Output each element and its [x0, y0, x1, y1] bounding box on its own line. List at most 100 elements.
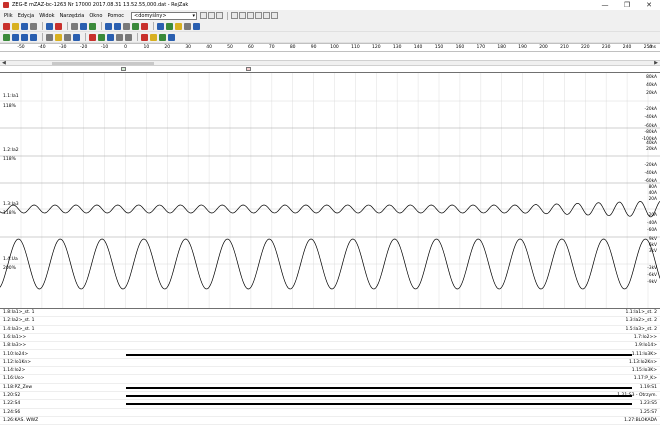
- zoom-fit-icon[interactable]: [123, 22, 130, 30]
- maximize-button[interactable]: ❐: [616, 0, 638, 10]
- digital-channel-row[interactable]: 1.8:Ia3>> 1.9:Io14>: [0, 342, 660, 351]
- close-button[interactable]: ✕: [638, 0, 660, 10]
- scale-label: 80A: [648, 185, 657, 190]
- digital-channel-label: 1.2:Ia2>_st. 1: [3, 318, 35, 324]
- digital-channel-row[interactable]: 1.22:S4 1.23:S5: [0, 400, 660, 409]
- paste-icon[interactable]: [107, 33, 114, 41]
- toolbar-separator: [227, 11, 229, 20]
- undo-icon[interactable]: [116, 33, 123, 41]
- analog-chart-area[interactable]: 1.1:Ia1 118% 1.2:Ia2 118% 1.3:Ia3 118% 1…: [0, 72, 660, 309]
- cursor-icon[interactable]: [71, 22, 78, 30]
- window-6-icon[interactable]: [271, 11, 279, 19]
- toolbar-separator: [85, 33, 86, 41]
- window-3-icon[interactable]: [247, 11, 255, 19]
- window-1-icon[interactable]: [231, 11, 239, 19]
- measure-icon[interactable]: [89, 22, 96, 30]
- table-icon[interactable]: [184, 22, 191, 30]
- layout-icon[interactable]: [200, 11, 208, 19]
- settings-icon[interactable]: [30, 22, 37, 30]
- cursor-2-marker[interactable]: [246, 67, 251, 71]
- digital-channel-row[interactable]: 1.26:KAS. WWZ 1.27:BLOKADA: [0, 417, 660, 426]
- digital-channel-row[interactable]: 1.6:Ia1>> 1.7:Io2>>: [0, 334, 660, 343]
- empty-strip: [0, 52, 660, 60]
- signal-icon[interactable]: [3, 33, 10, 41]
- wave-alt-icon[interactable]: [21, 33, 28, 41]
- ruler-tick-label: 240: [622, 45, 632, 50]
- cut-icon[interactable]: [89, 33, 96, 41]
- channel-label-ua[interactable]: 1.4:Ua: [3, 257, 18, 262]
- title-bar: ZEG-E mZAZ-bc-1263 Nr 17000 2017.08.31 1…: [0, 0, 660, 10]
- scroll-thumb[interactable]: [52, 62, 154, 65]
- digital-channel-row[interactable]: 1.18:PZ_Zew 1.19:S1: [0, 384, 660, 392]
- open-file-icon[interactable]: [12, 22, 19, 30]
- info-icon[interactable]: [168, 33, 175, 41]
- ruler-tick-label: 140: [413, 45, 423, 50]
- save-icon[interactable]: [208, 11, 216, 19]
- cursor-1-marker[interactable]: [121, 67, 126, 71]
- window-5-icon[interactable]: [263, 11, 271, 19]
- ruler-tick-label: 170: [476, 45, 486, 50]
- ruler-tick-label: 20: [164, 45, 171, 50]
- align-icon[interactable]: [64, 33, 71, 41]
- channel-label-ia2[interactable]: 1.2:Ia2: [3, 148, 19, 153]
- time-ruler: ms -50 -40 -30 -20 -10 0 10 20 30 40 50 60 70 80 90 100…: [0, 43, 660, 52]
- view-select[interactable]: <domyślny> ▾: [131, 11, 198, 20]
- digital-channel-row[interactable]: 1.16:Uo> 1.17:P_K>: [0, 375, 660, 384]
- channel-percent-ia2: 118%: [3, 157, 16, 162]
- menu-view[interactable]: Widok: [39, 13, 54, 19]
- redo-icon[interactable]: [125, 33, 132, 41]
- wave-rms-icon[interactable]: [30, 33, 37, 41]
- channel-icon[interactable]: [73, 33, 80, 41]
- report-icon[interactable]: [193, 22, 200, 30]
- menu-file[interactable]: Plik: [4, 13, 13, 19]
- digital-channel-row[interactable]: 1.24:S6 1.25:S7: [0, 409, 660, 417]
- menu-help[interactable]: Pomoc: [107, 13, 124, 19]
- window-2-icon[interactable]: [239, 11, 247, 19]
- color-icon[interactable]: [141, 33, 148, 41]
- chart-icon[interactable]: [157, 22, 164, 30]
- digital-channel-row[interactable]: 1.10:Io24> 1.11:Io3K>: [0, 351, 660, 359]
- zoom-out-icon[interactable]: [114, 22, 121, 30]
- scale-label: 40kA: [646, 141, 657, 146]
- toolbar-separator: [42, 22, 43, 30]
- select-icon[interactable]: [80, 22, 87, 30]
- menu-edit[interactable]: Edycja: [18, 13, 35, 19]
- channel-label-ia3[interactable]: 1.3:Ia3: [3, 202, 19, 207]
- print-icon[interactable]: [46, 22, 53, 30]
- toolbar-separator: [153, 22, 154, 30]
- trigger-icon[interactable]: [141, 22, 148, 30]
- digital-channel-row[interactable]: 1.8:Ia1>_st. 1 1.1:Ia1>_st. 2: [0, 309, 660, 318]
- menu-window[interactable]: Okno: [89, 13, 102, 19]
- ruler-tick-label: 130: [392, 45, 402, 50]
- copy-icon[interactable]: [98, 33, 105, 41]
- menu-tools[interactable]: Narzędzia: [60, 13, 85, 19]
- digital-channel-row[interactable]: 1.12:Io1Kn> 1.13:Io2Kn>: [0, 359, 660, 368]
- vector-icon[interactable]: [166, 22, 173, 30]
- digital-channel-label: 1.24:S6: [3, 409, 21, 415]
- zoom-in-icon[interactable]: [105, 22, 112, 30]
- scale-label: -40kA: [644, 115, 657, 120]
- highlight-icon[interactable]: [55, 33, 62, 41]
- marker-icon[interactable]: [132, 22, 139, 30]
- grid-icon[interactable]: [46, 33, 53, 41]
- close-file-icon[interactable]: [3, 22, 10, 30]
- wave-icon[interactable]: [12, 33, 19, 41]
- minimize-button[interactable]: —: [594, 0, 616, 10]
- digital-channel-row[interactable]: 1.14:Io2> 1.15:Io3K>: [0, 367, 660, 376]
- ruler-tick-label: 0: [124, 45, 127, 50]
- delete-icon[interactable]: [55, 22, 62, 30]
- digital-channel-row[interactable]: 1.20:S2 1.21:S3 - Otrzym.: [0, 392, 660, 401]
- scale-label: 9kV: [648, 237, 657, 242]
- channel-label-ia1[interactable]: 1.1:Ia1: [3, 94, 19, 99]
- scale-label: 20A: [648, 197, 657, 202]
- window-4-icon[interactable]: [255, 11, 263, 19]
- folder-icon[interactable]: [150, 33, 157, 41]
- harmonics-icon[interactable]: [175, 22, 182, 30]
- ruler-tick-label: 10: [143, 45, 150, 50]
- save-file-icon[interactable]: [21, 22, 28, 30]
- digital-channel-row[interactable]: 1.4:Ia3>_st. 1 1.5:Ia3>_st. 2: [0, 326, 660, 334]
- digital-channel-row[interactable]: 1.2:Ia2>_st. 1 1.3:Ia2>_st. 2: [0, 317, 660, 326]
- print-icon[interactable]: [216, 11, 224, 19]
- digital-channels-area[interactable]: 1.8:Ia1>_st. 1 1.1:Ia1>_st. 2 1.2:Ia2>_st.…: [0, 308, 660, 440]
- export-icon[interactable]: [159, 33, 166, 41]
